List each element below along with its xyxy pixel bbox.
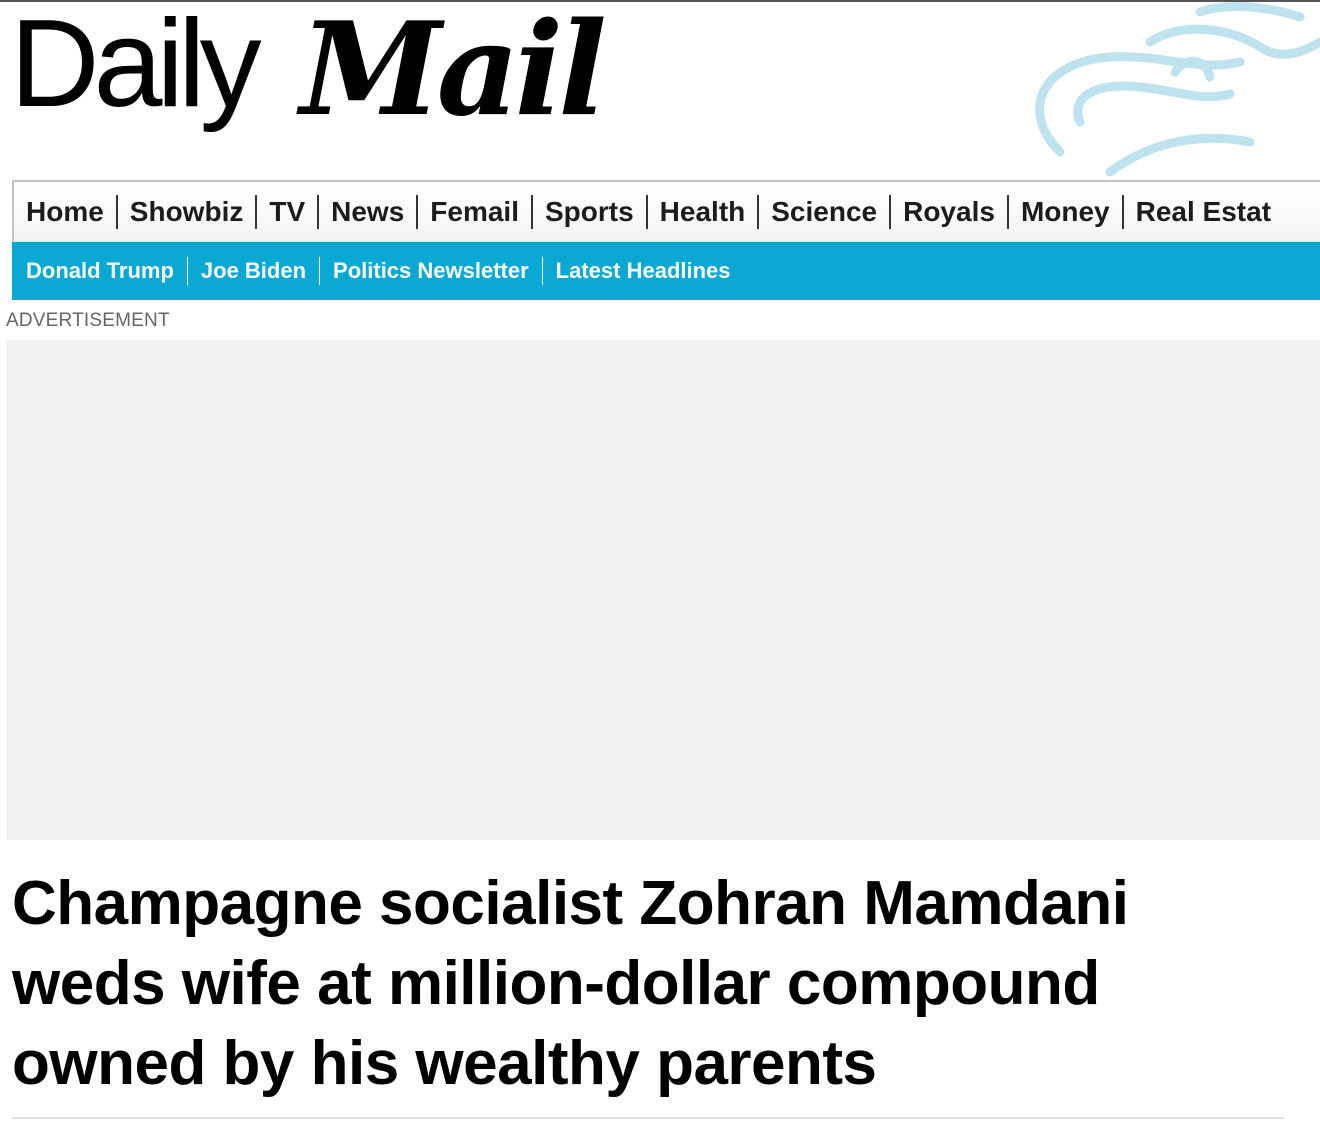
- article-headline: Champagne socialist Zohran Mamdani weds …: [12, 869, 1129, 1098]
- nav-item-real-estate[interactable]: Real Estat: [1121, 194, 1283, 229]
- headline-divider: [12, 1117, 1284, 1119]
- subnav-item-politics-newsletter[interactable]: Politics Newsletter: [319, 257, 542, 285]
- nav-item-tv[interactable]: TV: [255, 194, 317, 229]
- logo-mail[interactable]: Mail: [300, 6, 607, 134]
- nav-item-money[interactable]: Money: [1006, 194, 1122, 229]
- nav-item-femail[interactable]: Femail: [416, 194, 531, 229]
- nav-item-news[interactable]: News: [317, 194, 416, 229]
- subnav-item-latest-headlines[interactable]: Latest Headlines: [541, 257, 744, 285]
- advertisement-label: ADVERTISEMENT: [6, 310, 170, 331]
- logo-daily[interactable]: Daily: [10, 2, 262, 126]
- nav-item-showbiz[interactable]: Showbiz: [115, 194, 256, 229]
- advertisement-slot[interactable]: [6, 340, 1320, 840]
- nav-item-health[interactable]: Health: [645, 194, 758, 229]
- nav-item-sports[interactable]: Sports: [530, 194, 646, 229]
- nav-item-royals[interactable]: Royals: [889, 194, 1007, 229]
- page: Daily Mail Home Showbiz TV News Femail S…: [0, 0, 1320, 1122]
- nav-item-home[interactable]: Home: [14, 195, 116, 229]
- subnav-item-joe-biden[interactable]: Joe Biden: [186, 257, 319, 285]
- subnav-item-donald-trump[interactable]: Donald Trump: [12, 257, 187, 285]
- nav-item-science[interactable]: Science: [757, 194, 889, 229]
- masthead[interactable]: Daily Mail: [0, 2, 1320, 178]
- primary-nav: Home Showbiz TV News Femail Sports Healt…: [12, 180, 1320, 242]
- lion-watermark-icon: [1035, 2, 1320, 177]
- secondary-nav: Donald Trump Joe Biden Politics Newslett…: [12, 242, 1320, 300]
